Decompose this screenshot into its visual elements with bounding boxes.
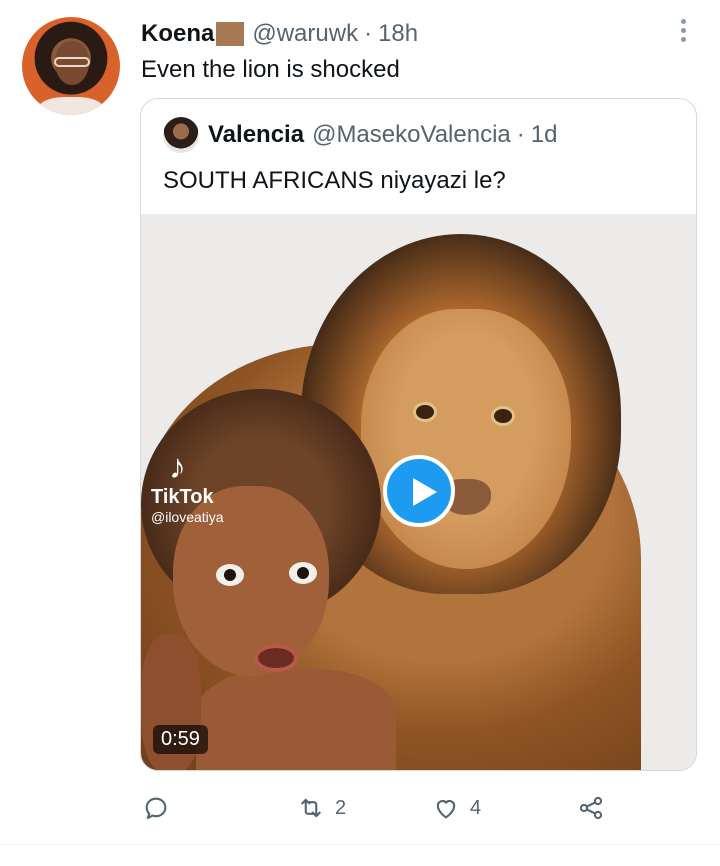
tweet-timestamp[interactable]: 18h [378,20,418,48]
quoted-author-handle: @MasekoValencia [312,121,511,148]
tweet-text: Even the lion is shocked [141,56,400,83]
tweet-header: Koena @waruwk · 18h [141,17,418,51]
tiktok-username: @iloveatiya [151,509,224,525]
woman-eye-right [289,562,317,584]
lion-eye-right [491,406,515,426]
lion-eye-left [413,402,437,422]
author-avatar[interactable] [22,17,120,115]
author-name[interactable]: Koena [141,20,214,48]
more-options-icon[interactable] [676,16,690,42]
reply-icon [145,797,167,819]
retweet-button[interactable]: 2 [297,790,346,826]
heart-icon [436,800,456,819]
skin-tone-emoji [216,22,245,46]
avatar-glasses [54,57,90,67]
retweet-icon [301,798,321,818]
tweet-actions: 2 4 [0,790,720,826]
tiktok-watermark: ♪ TikTok @iloveatiya [151,450,224,525]
tiktok-brand: TikTok [151,486,214,508]
woman-mouth [254,644,298,672]
reply-button[interactable] [142,790,170,826]
quoted-meta-separator: · [516,121,525,148]
woman-shoulders [196,669,396,770]
lion-face [361,309,571,569]
retweet-count: 2 [335,796,347,819]
like-count: 4 [470,796,482,819]
meta-separator: · [364,20,373,47]
tiktok-logo-icon: ♪ [169,448,186,486]
like-button[interactable]: 4 [432,790,481,826]
bottom-divider [0,844,720,845]
quoted-timestamp: 1d [530,121,558,148]
quoted-tweet-text: SOUTH AFRICANS niyayazi le? [163,167,506,194]
author-handle[interactable]: @waruwk [252,20,358,48]
play-button[interactable] [383,455,455,527]
avatar-shirt [38,97,104,115]
quoted-author-avatar [163,117,199,153]
quoted-tweet[interactable]: Valencia @MasekoValencia · 1d SOUTH AFRI… [140,98,697,771]
video-thumbnail[interactable]: ♪ TikTok @iloveatiya 0:59 [141,214,696,770]
share-button[interactable] [577,790,605,826]
quoted-tweet-header: Valencia @MasekoValencia · 1d [163,117,557,153]
woman-eye-left [216,564,244,586]
share-icon [579,796,603,820]
quoted-author-name: Valencia [208,121,305,148]
video-duration: 0:59 [153,725,208,754]
